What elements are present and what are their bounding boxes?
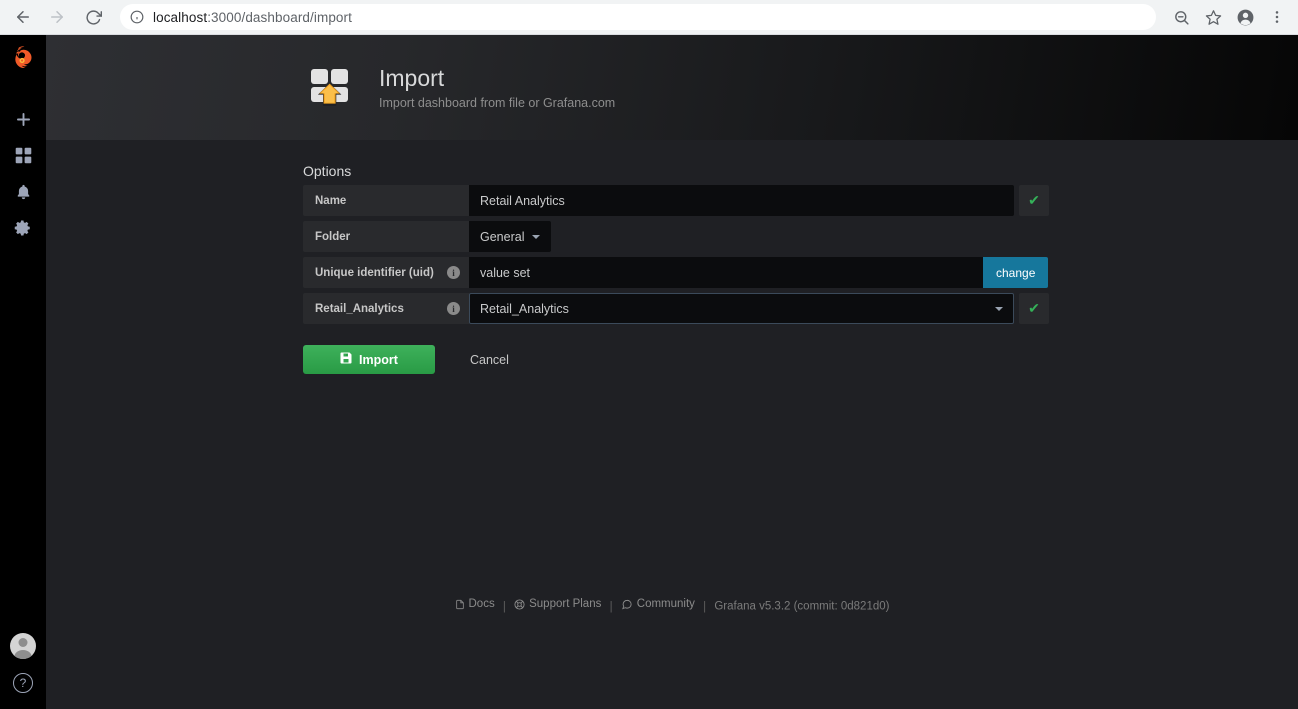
footer: Docs | Support Plans | Community | Grafa… <box>46 598 1298 613</box>
label-datasource-text: Retail_Analytics <box>315 302 404 315</box>
footer-separator: | <box>502 600 506 613</box>
save-disk-icon <box>340 352 352 367</box>
site-info-icon[interactable] <box>130 10 144 24</box>
folder-select[interactable]: General <box>469 221 552 252</box>
action-buttons: Import Cancel <box>303 345 517 374</box>
form-row-datasource: Retail_Analytics i Retail_Analytics ✔ <box>303 293 1049 324</box>
grafana-logo-icon[interactable] <box>7 44 39 76</box>
url-text: localhost:3000/dashboard/import <box>153 10 352 25</box>
footer-support-label: Support Plans <box>529 598 602 610</box>
back-arrow-icon[interactable] <box>8 2 38 32</box>
doc-icon-group: Docs <box>455 598 495 610</box>
footer-docs-label: Docs <box>468 598 495 610</box>
url-path: :3000/dashboard/import <box>207 9 352 25</box>
gear-icon <box>14 219 32 242</box>
bell-icon <box>15 183 32 206</box>
chevron-down-icon <box>532 234 541 239</box>
label-name: Name <box>303 185 469 216</box>
avatar-head <box>18 638 28 647</box>
label-uid: Unique identifier (uid) i <box>303 257 469 288</box>
reload-icon[interactable] <box>78 2 108 32</box>
footer-separator: | <box>609 600 613 613</box>
community-icon-group: Community <box>621 598 695 610</box>
community-icon <box>621 599 632 609</box>
label-folder: Folder <box>303 221 469 252</box>
info-icon[interactable]: i <box>447 266 460 279</box>
import-options-form: Name Retail Analytics ✔ Folder General U… <box>303 185 1049 329</box>
header-text: Import Import dashboard from file or Gra… <box>379 65 615 109</box>
star-icon[interactable] <box>1198 2 1228 32</box>
label-datasource: Retail_Analytics i <box>303 293 469 324</box>
page-title: Import <box>379 65 445 92</box>
doc-icon <box>455 599 464 609</box>
account-icon[interactable] <box>1230 2 1260 32</box>
support-icon <box>514 598 525 610</box>
footer-community[interactable]: Community <box>621 598 695 610</box>
user-avatar-icon[interactable] <box>10 633 36 659</box>
cancel-button[interactable]: Cancel <box>462 353 517 367</box>
info-icon[interactable]: i <box>447 302 460 315</box>
form-row-folder: Folder General <box>303 221 1049 252</box>
header-inner: Import Import dashboard from file or Gra… <box>307 64 615 112</box>
page-header: Import Import dashboard from file or Gra… <box>46 35 1298 140</box>
sidebar-item-dashboards[interactable] <box>0 140 46 176</box>
sidebar-item-create[interactable] <box>0 104 46 140</box>
import-dashboard-icon <box>307 64 355 112</box>
footer-docs[interactable]: Docs <box>455 598 495 610</box>
address-bar[interactable]: localhost:3000/dashboard/import <box>120 4 1156 30</box>
form-row-name: Name Retail Analytics ✔ <box>303 185 1049 216</box>
options-heading: Options <box>303 163 352 179</box>
sidebar-item-configuration[interactable] <box>0 212 46 248</box>
zoom-out-icon[interactable] <box>1166 2 1196 32</box>
three-dot-menu-icon[interactable] <box>1262 2 1292 32</box>
uid-input[interactable]: value set <box>469 257 983 288</box>
change-uid-button[interactable]: change <box>983 257 1049 288</box>
footer-community-label: Community <box>636 598 695 610</box>
folder-select-value: General <box>480 229 525 244</box>
dashboards-icon <box>15 147 32 169</box>
datasource-select-value: Retail_Analytics <box>480 301 569 316</box>
main-content: Options Name Retail Analytics ✔ Folder G… <box>46 140 1298 709</box>
sidebar-bottom: ? <box>10 633 36 709</box>
form-row-uid: Unique identifier (uid) i value set chan… <box>303 257 1049 288</box>
datasource-select[interactable]: Retail_Analytics <box>469 293 1014 324</box>
import-button[interactable]: Import <box>303 345 435 374</box>
help-icon[interactable]: ? <box>13 673 33 693</box>
footer-support[interactable]: Support Plans <box>514 598 601 610</box>
label-name-text: Name <box>315 194 347 207</box>
datasource-valid-check-icon: ✔ <box>1019 293 1049 324</box>
page-subtitle: Import dashboard from file or Grafana.co… <box>379 95 616 110</box>
avatar-body <box>14 650 32 659</box>
label-uid-text: Unique identifier (uid) <box>315 266 434 279</box>
sidebar: ? <box>0 35 46 709</box>
url-host: localhost <box>153 9 208 25</box>
footer-separator: | <box>703 600 707 613</box>
label-folder-text: Folder <box>315 230 351 243</box>
plus-icon <box>14 110 33 134</box>
forward-arrow-icon[interactable] <box>42 2 72 32</box>
browser-chrome: localhost:3000/dashboard/import <box>0 0 1298 35</box>
import-button-label: Import <box>359 352 398 367</box>
chevron-down-icon <box>995 306 1003 311</box>
browser-actions <box>1164 2 1298 32</box>
name-input[interactable]: Retail Analytics <box>469 185 1014 216</box>
name-valid-check-icon: ✔ <box>1019 185 1049 216</box>
footer-version: Grafana v5.3.2 (commit: 0d821d0) <box>714 600 890 613</box>
sidebar-item-alerting[interactable] <box>0 176 46 212</box>
support-icon-group: Support Plans <box>514 598 601 610</box>
